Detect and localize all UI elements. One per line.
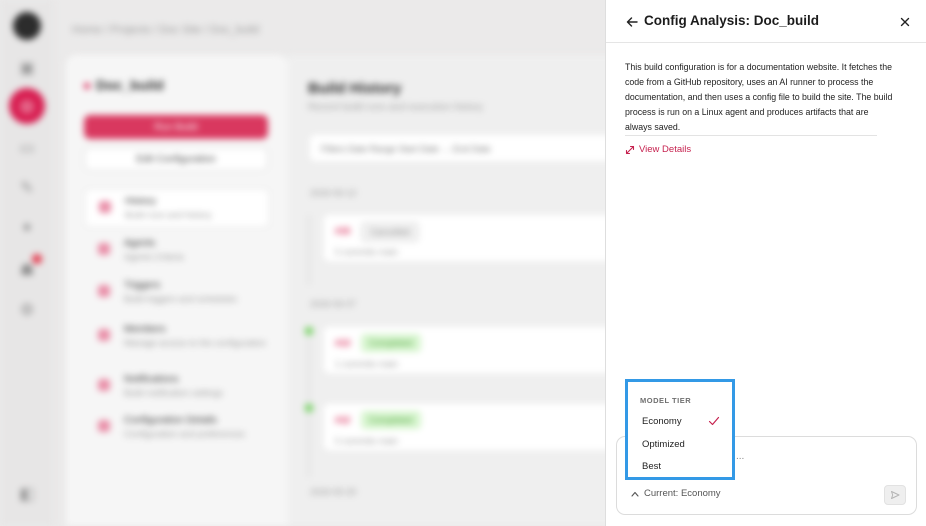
history-icon: [99, 201, 111, 213]
input-placeholder: ...: [736, 451, 745, 462]
status-dot: [84, 83, 90, 89]
build-id: #15: [335, 226, 351, 236]
members-icon: [98, 329, 110, 341]
agents-icon[interactable]: ✦: [13, 214, 41, 242]
divider: [625, 135, 877, 136]
success-dot: [305, 404, 313, 412]
build-meta: 1 commits main: [335, 359, 399, 369]
nav-item-title: Members: [124, 324, 166, 335]
nav-item-subtitle: Build triggers and schedules: [124, 294, 238, 304]
configuration-icon: [98, 420, 110, 432]
build-id: #13: [335, 338, 351, 348]
arrow-left-icon: [626, 17, 638, 27]
build-card[interactable]: #15 Cancelled 0 commits main: [322, 213, 622, 263]
nav-item-subtitle: Build notification settings: [124, 388, 224, 398]
tier-option-label: Economy: [642, 416, 682, 427]
build-card[interactable]: #12 Completed 0 commits main: [322, 402, 622, 452]
tier-option-optimized[interactable]: Optimized: [631, 435, 729, 455]
chevron-up-icon: [631, 491, 639, 497]
panel-header: Config Analysis: Doc_build: [606, 0, 926, 43]
nav-item-notifications[interactable]: Notifications Build notification setting…: [84, 367, 270, 407]
build-id: #12: [335, 415, 351, 425]
current-tier-label: Current: Economy: [644, 488, 721, 499]
send-button[interactable]: [884, 485, 906, 505]
settings-icon[interactable]: ⚙: [13, 296, 41, 324]
page-title: Build History: [308, 80, 402, 97]
view-details-label: View Details: [639, 144, 692, 155]
status-badge: Completed: [361, 411, 421, 429]
build-card[interactable]: #13 Completed 1 commits main: [322, 325, 622, 375]
back-button[interactable]: [620, 10, 644, 34]
nav-item-title: Notifications: [124, 374, 179, 385]
view-details-link[interactable]: View Details: [625, 144, 691, 155]
timeline-line: [308, 215, 310, 285]
group-date: 2026-06-13: [310, 188, 357, 198]
nav-item-members[interactable]: Members Manage access to the configurati…: [84, 317, 270, 357]
expand-arrows-icon: [625, 145, 635, 154]
icon-rail: ▣ ◎ ▭ ✎ ✦ ☗ ⚙ ◧: [0, 0, 54, 526]
nav-item-title: Configuration Details: [124, 415, 217, 426]
build-history-main: Build History Recent build runs and exec…: [288, 55, 622, 526]
nav-item-configuration-details[interactable]: Configuration Details Configuration and …: [84, 408, 270, 448]
check-icon: [708, 416, 720, 426]
tier-option-label: Optimized: [642, 439, 685, 450]
config-sidebar: Doc_build Run Build Edit Configuration H…: [66, 55, 288, 526]
close-button[interactable]: [893, 10, 917, 34]
close-icon: [900, 17, 910, 27]
build-meta: 0 commits main: [335, 436, 399, 446]
nav-item-triggers[interactable]: Triggers Build triggers and schedules: [84, 273, 270, 313]
nav-item-subtitle: Manage access to the configuration: [124, 338, 267, 348]
triggers-icon: [98, 285, 110, 297]
monitor-icon[interactable]: ▭: [13, 134, 41, 162]
nav-item-subtitle: Build runs and history: [125, 210, 212, 220]
page-subtitle: Recent build runs and execution history: [308, 102, 484, 113]
build-meta: 0 commits main: [335, 247, 399, 257]
app-logo: [13, 12, 41, 40]
nav-item-history[interactable]: History Build runs and history: [84, 188, 270, 228]
edit-configuration-button[interactable]: Edit Configuration: [84, 147, 268, 171]
analysis-description: This build configuration is for a docume…: [625, 62, 893, 132]
tier-option-economy[interactable]: Economy: [631, 412, 729, 432]
model-tier-toggle[interactable]: Current: Economy: [631, 488, 721, 499]
tier-option-best[interactable]: Best: [631, 457, 729, 477]
status-badge: Cancelled: [361, 222, 420, 242]
send-icon: [891, 491, 900, 499]
projects-icon[interactable]: ▣: [13, 54, 41, 82]
agents-nav-icon: [98, 243, 110, 255]
run-build-button[interactable]: Run Build: [84, 115, 268, 139]
group-date: 2026-06-07: [310, 299, 357, 309]
breadcrumb: Home / Projects / Doc Site / Doc_build: [72, 24, 260, 36]
model-tier-menu: MODEL TIER Economy Optimized Best: [625, 379, 735, 480]
notification-badge: [32, 254, 42, 264]
panel-title: Config Analysis: Doc_build: [644, 13, 820, 28]
filter-bar[interactable]: Filters Date Range Start Date → End Date: [308, 133, 618, 163]
nav-item-subtitle: Agents Criteria: [124, 252, 184, 262]
notifications-icon: [98, 379, 110, 391]
group-date: 2026-05-29: [310, 487, 357, 497]
collapse-sidebar-icon[interactable]: ◧: [13, 480, 41, 508]
builds-icon[interactable]: ◎: [9, 88, 45, 124]
config-title: Doc_build: [96, 77, 164, 93]
status-badge: Completed: [361, 334, 421, 352]
tier-option-label: Best: [642, 461, 662, 472]
success-dot: [305, 327, 313, 335]
edit-icon[interactable]: ✎: [13, 174, 41, 202]
nav-item-agents[interactable]: Agents Agents Criteria: [84, 231, 270, 271]
nav-item-title: Agents: [124, 238, 156, 249]
nav-item-subtitle: Configuration and preferences: [124, 429, 246, 439]
nav-item-title: History: [125, 196, 157, 207]
model-tier-heading: MODEL TIER: [640, 396, 692, 405]
nav-item-title: Triggers: [124, 280, 161, 291]
